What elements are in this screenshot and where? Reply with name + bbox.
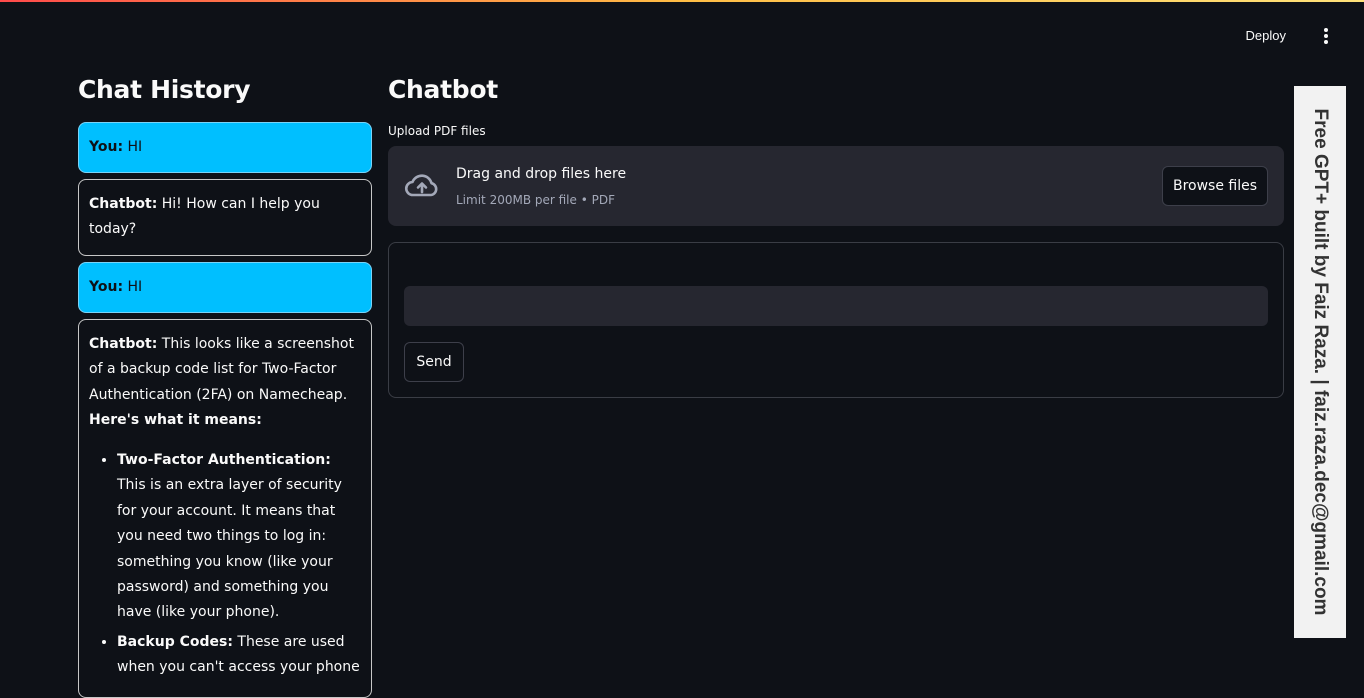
message-speaker: Chatbot:	[89, 335, 158, 352]
message-speaker: You:	[89, 278, 124, 295]
bullet-term: Two-Factor Authentication:	[117, 451, 331, 468]
deploy-button[interactable]: Deploy	[1246, 28, 1286, 43]
send-button[interactable]: Send	[404, 342, 464, 382]
list-item: Backup Codes: These are used when you ca…	[117, 630, 361, 681]
history-message-user: You: HI	[78, 122, 372, 174]
dropzone-limit: Limit 200MB per file • PDF	[456, 193, 615, 207]
author-banner: Free GPT+ built by Faiz Raza. | faiz.raz…	[1294, 86, 1346, 638]
chat-input[interactable]	[404, 286, 1268, 326]
message-bullet-list: Two-Factor Authentication: This is an ex…	[89, 448, 361, 681]
list-item: Two-Factor Authentication: This is an ex…	[117, 448, 361, 626]
history-message-bot: Chatbot: Hi! How can I help you today?	[78, 179, 372, 256]
history-message-bot: Chatbot: This looks like a screenshot of…	[78, 318, 372, 698]
bullet-text: This is an extra layer of security for y…	[117, 477, 342, 621]
cloud-upload-icon	[404, 174, 438, 197]
message-text: HI	[127, 139, 143, 155]
author-banner-text: Free GPT+ built by Faiz Raza. | faiz.raz…	[1310, 108, 1331, 616]
page-title: Chatbot	[388, 75, 498, 104]
dropzone-instructions: Drag and drop files here	[456, 166, 627, 182]
message-speaker: Chatbot:	[89, 196, 158, 213]
bullet-term: Backup Codes:	[117, 633, 233, 650]
browse-files-button[interactable]: Browse files	[1162, 166, 1268, 206]
message-speaker: You:	[89, 139, 124, 155]
file-dropzone[interactable]: Drag and drop files here Limit 200MB per…	[388, 146, 1284, 226]
chat-history-panel: Chat History You: HI Chatbot: Hi! How ca…	[78, 75, 372, 698]
message-text: HI	[127, 278, 143, 295]
message-bold-line: Here's what it means:	[89, 412, 262, 429]
app-header: Deploy	[0, 0, 1364, 60]
history-message-user: You: HI	[78, 261, 372, 313]
upload-label: Upload PDF files	[388, 124, 486, 138]
chat-history-title: Chat History	[78, 75, 251, 104]
main-panel: Chatbot Upload PDF files Drag and drop f…	[388, 75, 1284, 398]
kebab-menu-icon[interactable]	[1318, 28, 1334, 44]
chat-form: Send	[388, 242, 1284, 398]
